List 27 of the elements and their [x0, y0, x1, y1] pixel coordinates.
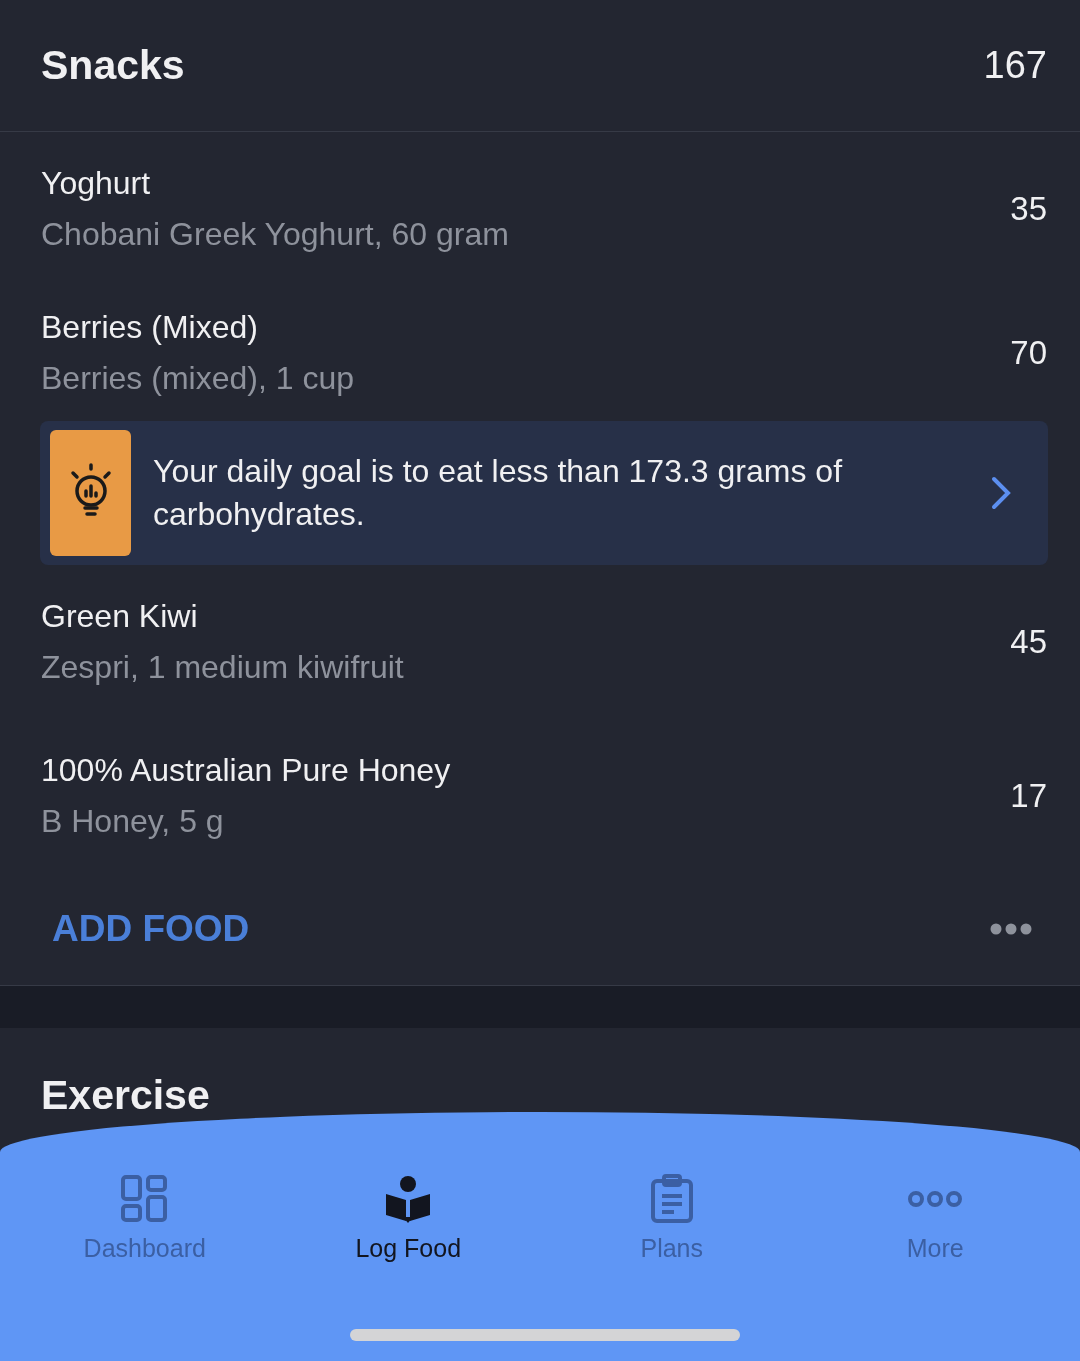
- more-icon: [906, 1189, 965, 1209]
- dashboard-icon: [119, 1174, 170, 1224]
- food-calories: 45: [1010, 623, 1047, 661]
- add-food-button[interactable]: ADD FOOD: [52, 908, 250, 950]
- section-title: Exercise: [41, 1072, 210, 1118]
- food-calories: 70: [1010, 334, 1047, 372]
- food-detail: Chobani Greek Yoghurt, 60 gram: [41, 215, 509, 253]
- food-detail: Zespri, 1 medium kiwifruit: [41, 649, 404, 686]
- food-name: Green Kiwi: [41, 598, 199, 635]
- tip-text: Your daily goal is to eat less than 173.3 grams of carbohydrates.: [153, 452, 844, 534]
- tip-card[interactable]: Your daily goal is to eat less than 173.3 grams of carbohydrates.: [40, 421, 1048, 565]
- nav-tab[interactable]: Log Food: [276, 1170, 540, 1267]
- food-calories: 17: [1010, 777, 1047, 815]
- more-options-icon[interactable]: [990, 923, 1032, 935]
- food-row[interactable]: Yoghurt Chobani Greek Yoghurt, 60 gram 35: [0, 132, 1080, 285]
- section-title: Snacks: [41, 42, 185, 89]
- chevron-right-icon: [990, 475, 1012, 511]
- food-name: 100% Australian Pure Honey: [41, 752, 451, 789]
- food-name: Yoghurt: [41, 164, 152, 202]
- food-calories: 35: [1010, 189, 1047, 228]
- food-detail: Berries (mixed), 1 cup: [41, 360, 354, 397]
- food-detail: B Honey, 5 g: [41, 803, 225, 840]
- food-row[interactable]: Berries (Mixed) Berries (mixed), 1 cup 70: [0, 285, 1080, 421]
- food-row[interactable]: 100% Australian Pure Honey B Honey, 5 g 17: [0, 719, 1080, 873]
- food-row[interactable]: Green Kiwi Zespri, 1 medium kiwifruit 45: [0, 565, 1080, 719]
- food-name: Berries (Mixed): [41, 309, 259, 346]
- section-calories: 167: [983, 44, 1047, 87]
